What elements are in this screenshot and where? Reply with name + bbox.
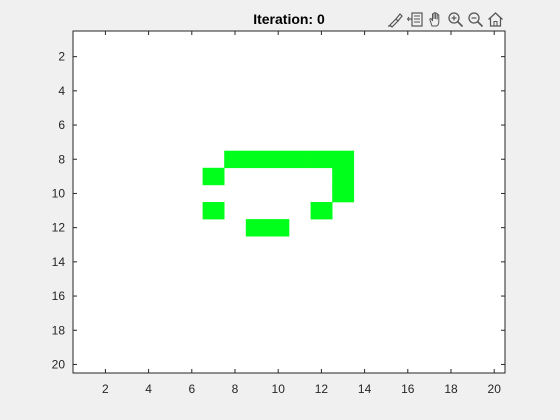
y-tick-label: 2 <box>58 50 65 64</box>
live-cell <box>267 219 290 237</box>
home-button[interactable] <box>486 10 505 29</box>
pan-hand-icon <box>429 11 440 26</box>
zoom-out-icon <box>468 11 484 27</box>
live-cell <box>310 202 333 220</box>
live-cell <box>332 150 355 169</box>
chart-title: Iteration: 0 <box>253 11 325 27</box>
data-tips-icon <box>407 11 423 27</box>
live-cell <box>267 150 290 169</box>
y-tick-label: 8 <box>58 152 65 166</box>
figure-window: Iteration: 0 2 4 6 8 10 12 14 16 18 20 2 4 6 8 10 12 14… <box>0 0 560 420</box>
x-tick-label: 6 <box>188 382 195 396</box>
x-tick-label: 12 <box>315 382 329 396</box>
y-tick-label: 20 <box>52 357 66 371</box>
x-tick-label: 18 <box>444 382 458 396</box>
y-tick-label: 4 <box>58 84 65 98</box>
x-tick-label: 14 <box>358 382 372 396</box>
axes-background[interactable] <box>73 31 505 373</box>
x-tick-label: 4 <box>145 382 152 396</box>
live-cell <box>332 167 355 186</box>
pan-button[interactable] <box>426 10 445 29</box>
zoom-in-icon <box>448 11 464 27</box>
y-tick-label: 6 <box>58 118 65 132</box>
y-tick-label: 16 <box>52 289 66 303</box>
x-tick-label: 8 <box>232 382 239 396</box>
chart-canvas[interactable]: Iteration: 0 2 4 6 8 10 12 14 16 18 20 2 4 6 8 10 12 14… <box>0 0 560 420</box>
x-tick-label: 20 <box>488 382 502 396</box>
brush-icon <box>388 12 403 28</box>
y-tick-label: 18 <box>52 323 66 337</box>
x-tick-label: 16 <box>401 382 415 396</box>
live-cell <box>224 150 247 169</box>
y-tick-label: 10 <box>52 186 66 200</box>
axes-toolbar <box>386 9 508 29</box>
live-cell <box>289 150 311 169</box>
x-tick-label: 10 <box>272 382 286 396</box>
live-cell <box>332 184 355 203</box>
home-icon <box>488 11 503 27</box>
data-tips-button[interactable] <box>406 10 425 29</box>
y-tick-label: 12 <box>52 221 66 235</box>
live-cell <box>202 202 225 220</box>
live-cell <box>202 167 225 186</box>
y-tick-label: 14 <box>52 255 66 269</box>
brush-button[interactable] <box>386 10 405 29</box>
zoom-in-button[interactable] <box>446 10 465 29</box>
x-tick-label: 2 <box>102 382 109 396</box>
zoom-out-button[interactable] <box>466 10 485 29</box>
live-cell <box>245 219 268 237</box>
live-cell <box>310 150 333 169</box>
live-cell <box>245 150 268 169</box>
